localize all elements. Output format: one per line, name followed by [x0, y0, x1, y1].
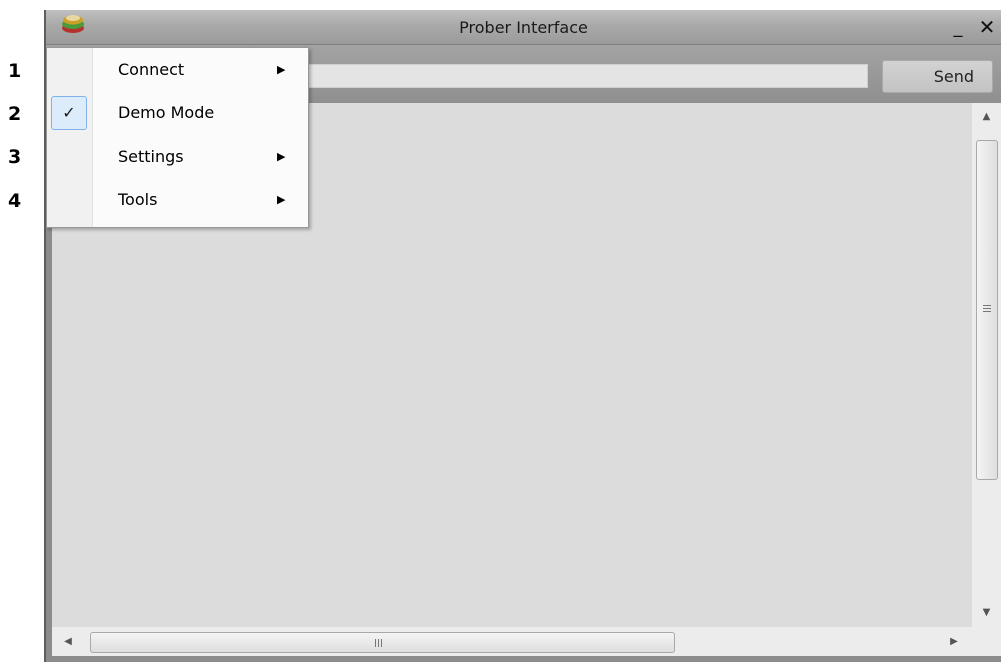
submenu-arrow-icon: ▶ [277, 193, 286, 206]
main-menu: Connect ▶ ✓ Demo Mode Settings ▶ Tools ▶ [46, 47, 309, 228]
callout-4: 4 [8, 190, 22, 212]
title-bar[interactable]: Prober Interface _ ✕ [46, 10, 1001, 45]
scroll-left-icon[interactable]: ◀ [54, 627, 82, 656]
checkmark-icon: ✓ [51, 96, 87, 130]
menu-item-tools[interactable]: Tools ▶ [47, 180, 308, 220]
scroll-up-icon[interactable]: ▲ [972, 103, 1001, 131]
vertical-scroll-thumb[interactable] [976, 140, 998, 480]
minimize-icon[interactable]: _ [948, 10, 968, 45]
menu-item-settings[interactable]: Settings ▶ [47, 137, 308, 177]
window-title: Prober Interface [459, 18, 588, 37]
scroll-down-icon[interactable]: ▼ [972, 599, 1001, 627]
menu-item-connect[interactable]: Connect ▶ [47, 50, 308, 90]
submenu-arrow-icon: ▶ [277, 150, 286, 163]
vertical-scrollbar[interactable]: ▲ ▼ [972, 103, 1001, 627]
horizontal-scrollbar[interactable]: ◀ ▶ [52, 627, 972, 656]
callout-2: 2 [8, 103, 22, 125]
horizontal-scroll-thumb[interactable] [90, 632, 675, 653]
menu-item-demo-mode[interactable]: ✓ Demo Mode [47, 93, 308, 133]
menu-item-label: Demo Mode [118, 103, 215, 122]
grip-icon [375, 639, 384, 647]
scrollbar-corner [972, 627, 1001, 656]
menu-item-label: Settings [118, 147, 184, 166]
menu-item-label: Tools [118, 190, 158, 209]
callout-3: 3 [8, 146, 22, 168]
screenshot-stage: 1 2 3 4 Prober Interface _ ✕ Send ▲ ▼ ◀ … [0, 0, 1001, 662]
close-icon[interactable]: ✕ [974, 10, 1000, 45]
app-logo-icon[interactable] [60, 13, 86, 35]
callout-1: 1 [8, 60, 22, 82]
menu-item-label: Connect [118, 60, 185, 79]
scroll-right-icon[interactable]: ▶ [940, 627, 968, 656]
send-button[interactable]: Send [882, 60, 993, 93]
grip-icon [983, 305, 991, 313]
submenu-arrow-icon: ▶ [277, 63, 286, 76]
